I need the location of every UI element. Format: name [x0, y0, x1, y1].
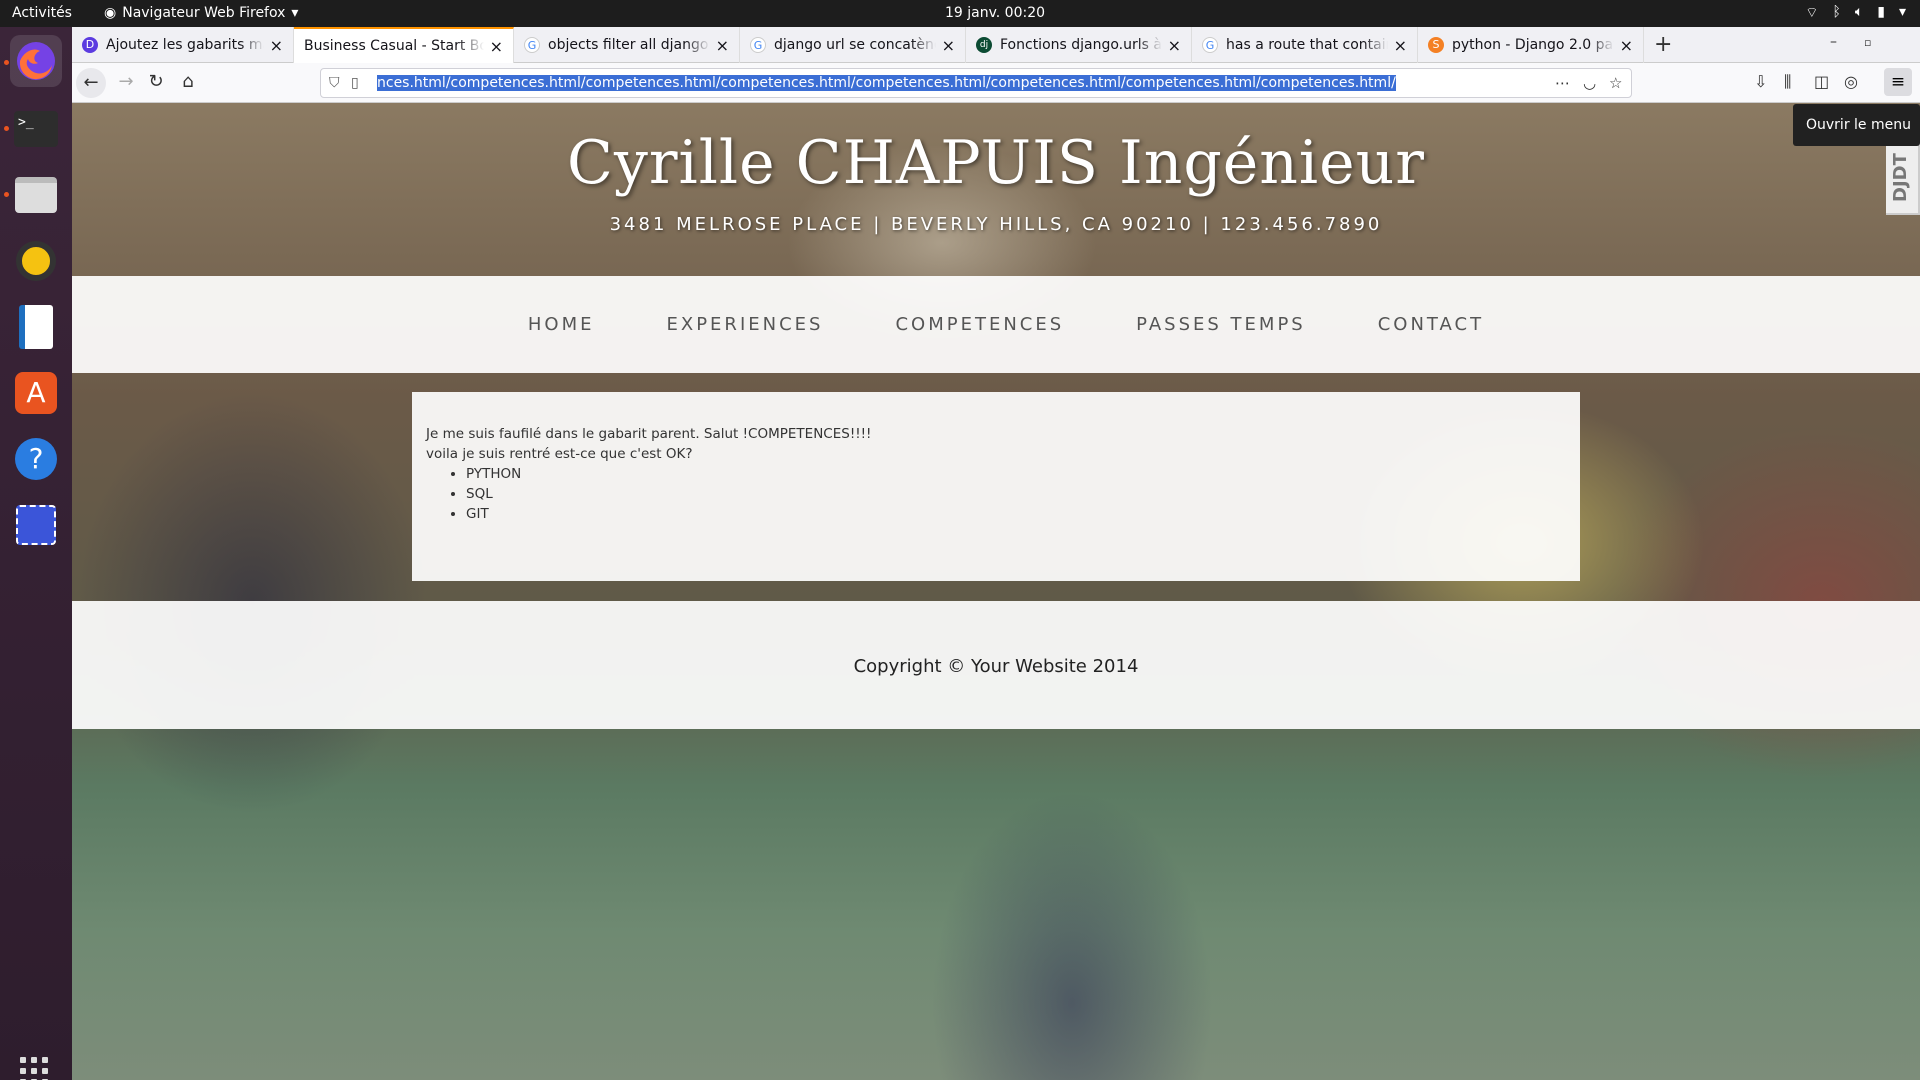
- menu-tooltip: Ouvrir le menu: [1793, 104, 1920, 146]
- site-nav: HOME EXPERIENCES COMPETENCES PASSES TEMP…: [72, 276, 1920, 373]
- nav-home[interactable]: HOME: [528, 314, 595, 335]
- help-icon: ?: [15, 438, 57, 480]
- show-apps-icon[interactable]: [20, 1057, 48, 1080]
- folder-icon: [15, 177, 57, 213]
- new-tab-icon[interactable]: +: [1654, 32, 1672, 57]
- page-icon[interactable]: ▯: [351, 75, 359, 91]
- list-item: PYTHON: [466, 464, 1566, 484]
- writer-icon: [19, 305, 53, 349]
- dock-firefox[interactable]: [10, 35, 62, 87]
- nav-competences[interactable]: COMPETENCES: [895, 314, 1064, 335]
- django-icon: dj: [976, 37, 992, 53]
- running-indicator: [4, 60, 9, 65]
- tab-bar: D Ajoutez les gabarits man × Business Ca…: [72, 27, 1920, 63]
- tab[interactable]: dj Fonctions django.urls à u ×: [966, 27, 1192, 63]
- site-title: Cyrille CHAPUIS Ingénieur: [567, 128, 1425, 198]
- tab-title: python - Django 2.0 path: [1452, 37, 1614, 53]
- reload-icon[interactable]: ↻: [144, 71, 168, 92]
- list-item: GIT: [466, 504, 1566, 524]
- page-actions-icon[interactable]: ⋯: [1555, 74, 1570, 92]
- url-text: nces.html/competences.html/competences.h…: [377, 75, 1396, 91]
- restore-icon[interactable]: ▫: [1864, 36, 1871, 49]
- skills-list: PYTHON SQL GIT: [466, 464, 1566, 524]
- minimize-icon[interactable]: –: [1830, 34, 1837, 50]
- close-tab-icon[interactable]: ×: [716, 36, 729, 55]
- dock-help[interactable]: ?: [10, 433, 62, 485]
- system-tray[interactable]: ⌔ ᛒ 🔈︎ ▮ ▾: [1805, 4, 1906, 22]
- home-icon[interactable]: ⌂: [176, 71, 200, 92]
- bookmark-star-icon[interactable]: ☆: [1609, 74, 1622, 92]
- content-box: Je me suis faufilé dans le gabarit paren…: [412, 392, 1580, 581]
- sidebar-icon[interactable]: ◫: [1814, 72, 1829, 91]
- forward-icon[interactable]: →: [114, 71, 138, 92]
- back-icon[interactable]: ←: [76, 68, 106, 98]
- nav-contact[interactable]: CONTACT: [1378, 314, 1484, 335]
- running-indicator: [4, 192, 9, 197]
- content-line: Je me suis faufilé dans le gabarit paren…: [426, 426, 872, 442]
- tab-title: Fonctions django.urls à u: [1000, 37, 1162, 53]
- nav-toolbar: ← → ↻ ⌂ ⛉ ▯ nces.html/competences.html/c…: [72, 63, 1920, 103]
- content-line: voila je suis rentré est-ce que c'est OK…: [426, 446, 693, 462]
- close-tab-icon[interactable]: ×: [942, 36, 955, 55]
- terminal-icon: >_: [14, 111, 58, 147]
- google-icon: G: [1202, 37, 1218, 53]
- tab[interactable]: S python - Django 2.0 path ×: [1418, 27, 1644, 63]
- nav-experiences[interactable]: EXPERIENCES: [667, 314, 824, 335]
- dock: >_ A ?: [0, 27, 72, 1080]
- stackoverflow-icon: S: [1428, 37, 1444, 53]
- shield-icon[interactable]: ⛉: [329, 75, 340, 91]
- tab[interactable]: G has a route that contains ×: [1192, 27, 1418, 63]
- download-icon[interactable]: ⇩: [1754, 72, 1767, 91]
- bluetooth-icon: ᛒ: [1832, 4, 1841, 20]
- web-page: Cyrille CHAPUIS Ingénieur 3481 MELROSE P…: [72, 103, 1920, 1080]
- open-menu-icon[interactable]: ≡: [1884, 68, 1912, 96]
- close-tab-icon[interactable]: ×: [490, 37, 503, 56]
- rhythmbox-icon: [16, 241, 56, 281]
- tab-title: Business Casual - Start Boot: [304, 38, 484, 54]
- dock-software[interactable]: A: [10, 367, 62, 419]
- tab-favicon-icon: D: [82, 37, 98, 53]
- dock-writer[interactable]: [10, 301, 62, 353]
- chevron-down-icon: ▾: [1898, 4, 1906, 20]
- site-address: 3481 MELROSE PLACE | BEVERLY HILLS, CA 9…: [609, 214, 1383, 235]
- dock-terminal[interactable]: >_: [10, 103, 62, 155]
- tab[interactable]: G objects filter all django - ×: [514, 27, 740, 63]
- close-tab-icon[interactable]: ×: [270, 36, 283, 55]
- software-store-icon: A: [15, 372, 57, 414]
- account-icon[interactable]: ◎: [1844, 72, 1858, 91]
- site-footer: Copyright © Your Website 2014: [72, 601, 1920, 729]
- close-tab-icon[interactable]: ×: [1394, 36, 1407, 55]
- clock[interactable]: 19 janv. 00:20: [0, 5, 1920, 21]
- system-top-bar: Activités ◉ Navigateur Web Firefox ▾ 19 …: [0, 0, 1920, 27]
- tab-title: has a route that contains: [1226, 37, 1388, 53]
- tab-title: django url se concatène: [774, 37, 936, 53]
- django-debug-toolbar-handle[interactable]: DJDT: [1886, 141, 1920, 215]
- firefox-icon: [17, 42, 55, 80]
- tab-active[interactable]: Business Casual - Start Boot ×: [294, 27, 514, 63]
- google-icon: G: [750, 37, 766, 53]
- running-indicator: [4, 126, 9, 131]
- tab[interactable]: D Ajoutez les gabarits man ×: [72, 27, 294, 63]
- tab-title: objects filter all django -: [548, 37, 710, 53]
- tab-title: Ajoutez les gabarits man: [106, 37, 264, 53]
- pocket-icon[interactable]: ◡: [1583, 74, 1596, 92]
- dock-screenshot[interactable]: [10, 499, 62, 551]
- nav-passes-temps[interactable]: PASSES TEMPS: [1136, 314, 1306, 335]
- google-icon: G: [524, 37, 540, 53]
- library-icon[interactable]: ⫼: [1784, 72, 1791, 92]
- dock-rhythmbox[interactable]: [10, 235, 62, 287]
- screenshot-icon: [16, 505, 56, 545]
- volume-icon: 🔈︎: [1854, 4, 1864, 20]
- wifi-icon: ⌔: [1805, 5, 1819, 21]
- close-tab-icon[interactable]: ×: [1620, 36, 1633, 55]
- list-item: SQL: [466, 484, 1566, 504]
- url-bar[interactable]: ⛉ ▯ nces.html/competences.html/competenc…: [320, 68, 1632, 98]
- battery-icon: ▮: [1877, 4, 1885, 20]
- close-tab-icon[interactable]: ×: [1168, 36, 1181, 55]
- tab[interactable]: G django url se concatène ×: [740, 27, 966, 63]
- dock-files[interactable]: [10, 169, 62, 221]
- copyright-text: Copyright © Your Website 2014: [853, 656, 1139, 677]
